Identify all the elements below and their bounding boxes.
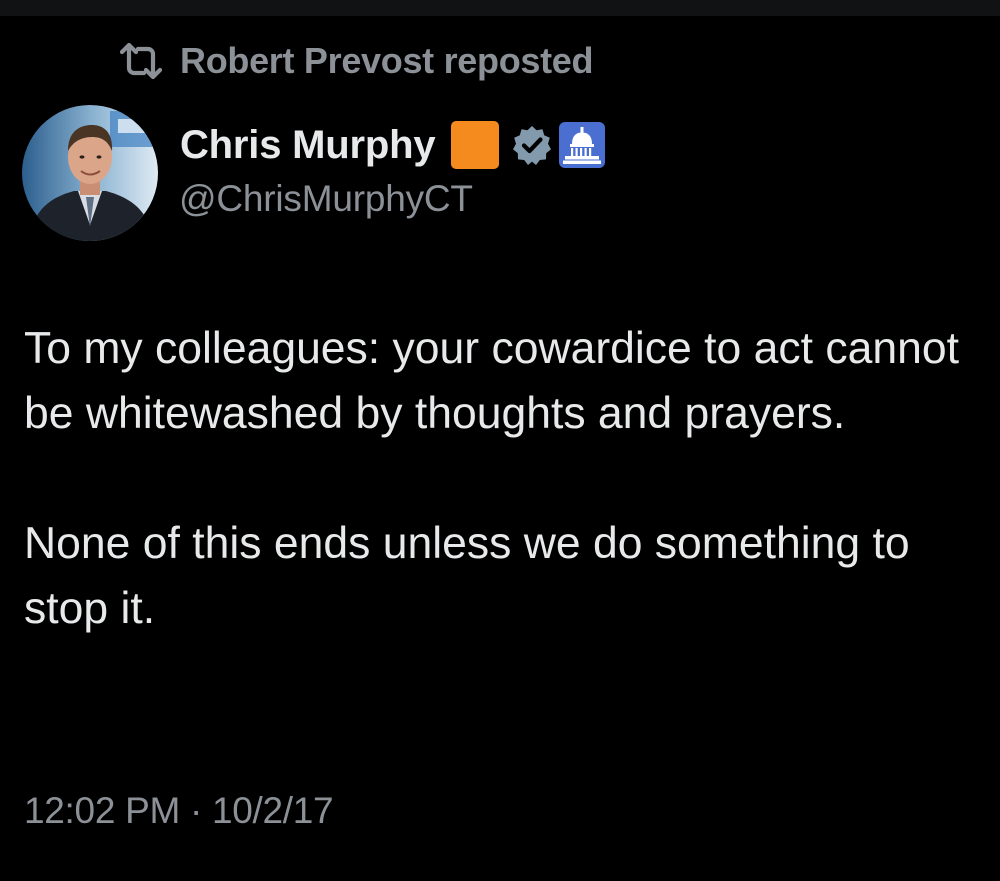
top-strip: [0, 0, 1000, 16]
repost-context[interactable]: Robert Prevost reposted: [118, 38, 594, 84]
repost-label: Robert Prevost reposted: [180, 40, 594, 81]
tweet-paragraph: To my colleagues: your cowardice to act …: [24, 324, 959, 438]
tweet-timestamp[interactable]: 12:02 PM · 10/2/17: [24, 790, 334, 832]
author-display-name[interactable]: Chris Murphy: [180, 123, 436, 168]
meta-separator: ·: [189, 790, 202, 831]
tweet-paragraph: None of this ends unless we do something…: [24, 519, 910, 633]
verified-badge-icon[interactable]: [499, 124, 553, 166]
tweet-text: To my colleagues: your cowardice to act …: [24, 316, 974, 641]
capitol-icon[interactable]: [553, 122, 606, 168]
tweet-date: 10/2/17: [211, 790, 334, 831]
tweet-time: 12:02 PM: [24, 790, 180, 831]
repost-icon: [118, 42, 164, 80]
orange-square-icon: [451, 121, 500, 169]
avatar[interactable]: [22, 105, 158, 241]
author-name-row: Chris Murphy: [180, 118, 606, 172]
author-handle[interactable]: @ChrisMurphyCT: [179, 178, 473, 220]
